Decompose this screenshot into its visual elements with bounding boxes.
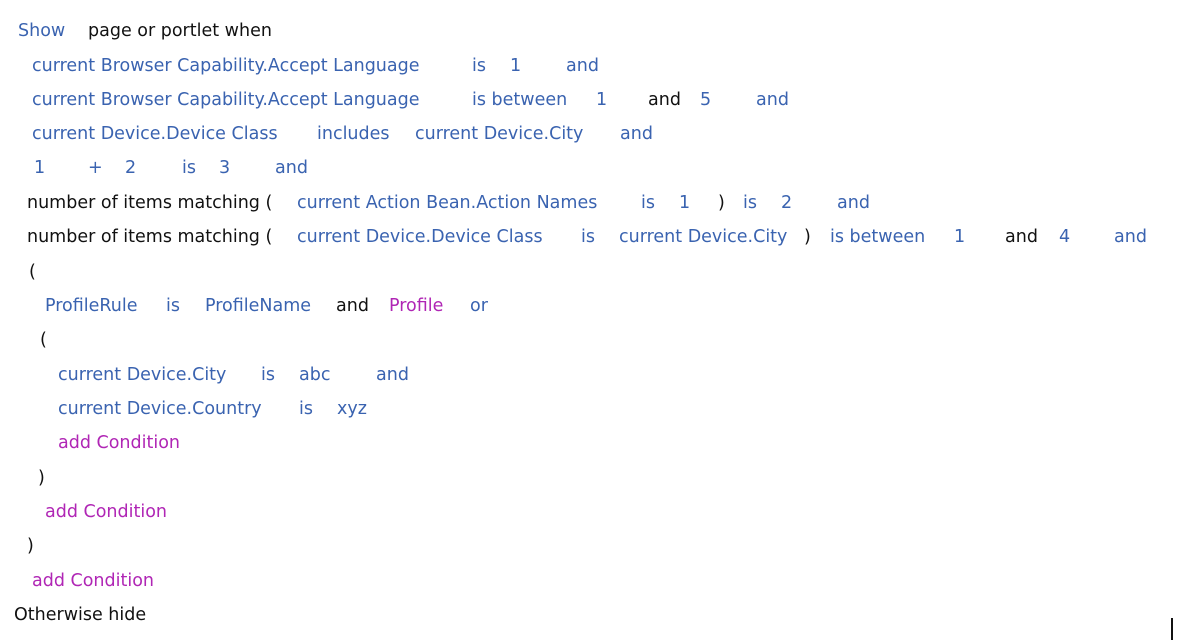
c5-operator-link[interactable]: is [641, 192, 655, 214]
g2-c2-subject-link[interactable]: current Device.Country [58, 398, 262, 420]
c3-conjunction-link[interactable]: and [620, 123, 653, 145]
c1-value-link[interactable]: 1 [510, 55, 521, 77]
add-condition-link[interactable]: add Condition [32, 570, 154, 592]
c5-subject-link[interactable]: current Action Bean.Action Names [297, 192, 597, 214]
c2-conjunction-link[interactable]: and [756, 89, 789, 111]
c6-close-paren: ) [804, 227, 811, 247]
c5-count-prefix: number of items matching ( [27, 193, 273, 213]
group2-close-paren: ) [38, 468, 45, 488]
c4-plus-operator-link[interactable]: + [88, 157, 103, 179]
g2-c2-operator-link[interactable]: is [299, 398, 313, 420]
g2-c2-value-link[interactable]: xyz [337, 398, 367, 420]
c2-between-and: and [648, 90, 681, 110]
c6-value-link[interactable]: current Device.City [619, 226, 787, 248]
profile-rule-conjunction-link[interactable]: or [470, 295, 488, 317]
group1-close-paren: ) [27, 536, 34, 556]
g2-c1-operator-link[interactable]: is [261, 364, 275, 386]
c6-value1-link[interactable]: 1 [954, 226, 965, 248]
c3-operator-link[interactable]: includes [317, 123, 390, 145]
c1-conjunction-link[interactable]: and [566, 55, 599, 77]
group2-add-condition-link[interactable]: add Condition [58, 432, 180, 454]
c4-conjunction-link[interactable]: and [275, 157, 308, 179]
c5-count-value-link[interactable]: 2 [781, 192, 792, 214]
group1-open-paren: ( [29, 262, 36, 282]
c6-operator-link[interactable]: is [581, 226, 595, 248]
g2-c1-conjunction-link[interactable]: and [376, 364, 409, 386]
text-cursor [1171, 618, 1173, 640]
c3-subject-link[interactable]: current Device.Device Class [32, 123, 278, 145]
c5-conjunction-link[interactable]: and [837, 192, 870, 214]
c6-count-operator-link[interactable]: is between [830, 226, 925, 248]
c5-close-paren: ) [718, 193, 725, 213]
header-text: page or portlet when [88, 21, 272, 41]
profile-link[interactable]: Profile [389, 295, 443, 317]
c1-subject-link[interactable]: current Browser Capability.Accept Langua… [32, 55, 420, 77]
c6-conjunction-link[interactable]: and [1114, 226, 1147, 248]
profile-rule-and: and [336, 296, 369, 316]
c4-operator-link[interactable]: is [182, 157, 196, 179]
c6-count-prefix: number of items matching ( [27, 227, 273, 247]
otherwise-hide-text: Otherwise hide [14, 605, 147, 625]
g2-c1-subject-link[interactable]: current Device.City [58, 364, 226, 386]
c1-operator-link[interactable]: is [472, 55, 486, 77]
c5-count-operator-link[interactable]: is [743, 192, 757, 214]
profile-rule-operator-link[interactable]: is [166, 295, 180, 317]
c2-value2-link[interactable]: 5 [700, 89, 711, 111]
show-toggle-link[interactable]: Show [18, 20, 65, 42]
c4-operand-b-link[interactable]: 2 [125, 157, 136, 179]
group2-open-paren: ( [40, 330, 47, 350]
c2-operator-link[interactable]: is between [472, 89, 567, 111]
c6-value2-link[interactable]: 4 [1059, 226, 1070, 248]
g2-c1-value-link[interactable]: abc [299, 364, 330, 386]
c5-value-link[interactable]: 1 [679, 192, 690, 214]
c3-value-link[interactable]: current Device.City [415, 123, 583, 145]
c2-value1-link[interactable]: 1 [596, 89, 607, 111]
c4-value-link[interactable]: 3 [219, 157, 230, 179]
profile-name-link[interactable]: ProfileName [205, 295, 311, 317]
c6-between-and: and [1005, 227, 1038, 247]
c4-operand-a-link[interactable]: 1 [34, 157, 45, 179]
group1-add-condition-link[interactable]: add Condition [45, 501, 167, 523]
c2-subject-link[interactable]: current Browser Capability.Accept Langua… [32, 89, 420, 111]
profile-rule-link[interactable]: ProfileRule [45, 295, 138, 317]
c6-subject-link[interactable]: current Device.Device Class [297, 226, 543, 248]
